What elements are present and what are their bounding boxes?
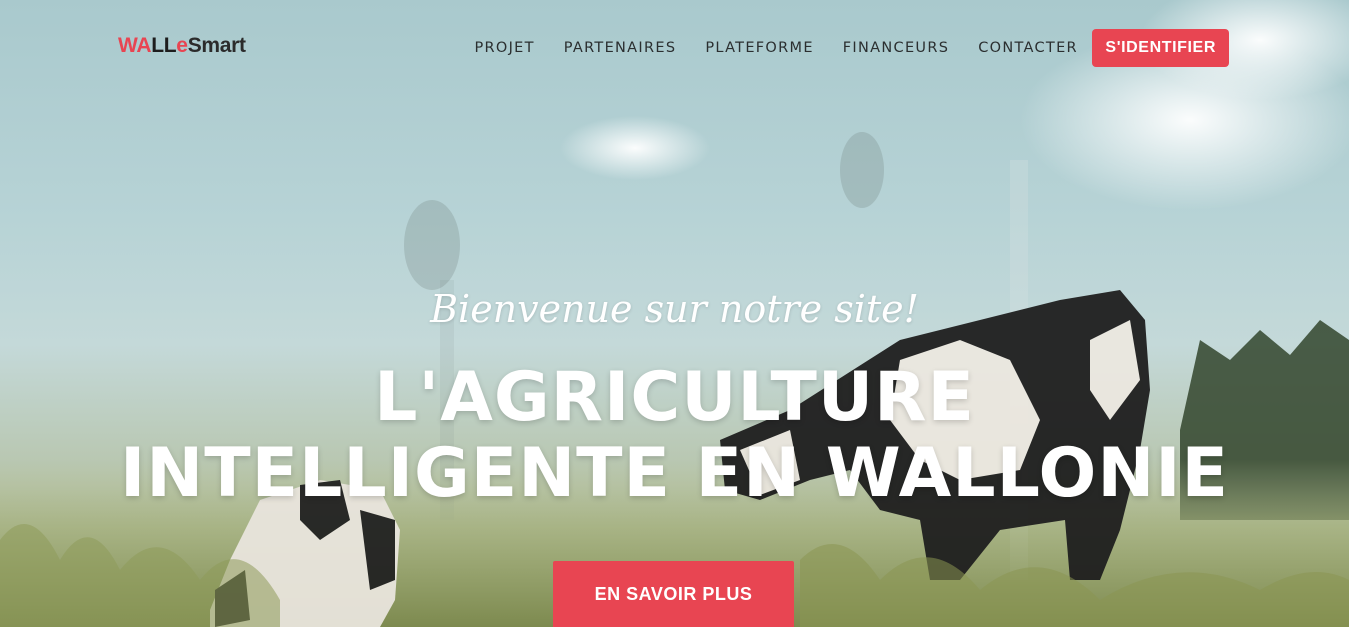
hero-title-line-2: INTELLIGENTE EN WALLONIE bbox=[119, 434, 1229, 513]
cloud bbox=[560, 116, 710, 180]
brand-logo-part-4: Smart bbox=[187, 34, 246, 57]
brand-logo-part-1: WA bbox=[118, 34, 152, 57]
nav-link-plateforme[interactable]: PLATEFORME bbox=[691, 29, 828, 67]
nav-link-contacter[interactable]: CONTACTER bbox=[964, 29, 1093, 67]
nav-link-financeurs[interactable]: FINANCEURS bbox=[828, 29, 963, 67]
nav-link-partenaires[interactable]: PARTENAIRES bbox=[549, 29, 691, 67]
login-button[interactable]: S'IDENTIFIER bbox=[1092, 29, 1229, 67]
hero-subtitle: Bienvenue sur notre site! bbox=[430, 287, 919, 331]
nav-links: PROJET PARTENAIRES PLATEFORME FINANCEURS… bbox=[460, 29, 1229, 67]
brand-logo[interactable]: WALLeSmart bbox=[118, 34, 246, 58]
brand-logo-part-2: LL bbox=[151, 34, 177, 57]
page: WALLeSmart PROJET PARTENAIRES PLATEFORME… bbox=[0, 0, 1349, 627]
hero-title-line-1: L'AGRICULTURE bbox=[374, 358, 975, 437]
nav-link-projet[interactable]: PROJET bbox=[460, 29, 549, 67]
top-navbar: WALLeSmart PROJET PARTENAIRES PLATEFORME… bbox=[0, 0, 1349, 95]
hero-title: L'AGRICULTURE INTELLIGENTE EN WALLONIE bbox=[0, 360, 1349, 512]
learn-more-button[interactable]: EN SAVOIR PLUS bbox=[553, 561, 794, 627]
brand-logo-part-3: e bbox=[176, 34, 188, 57]
